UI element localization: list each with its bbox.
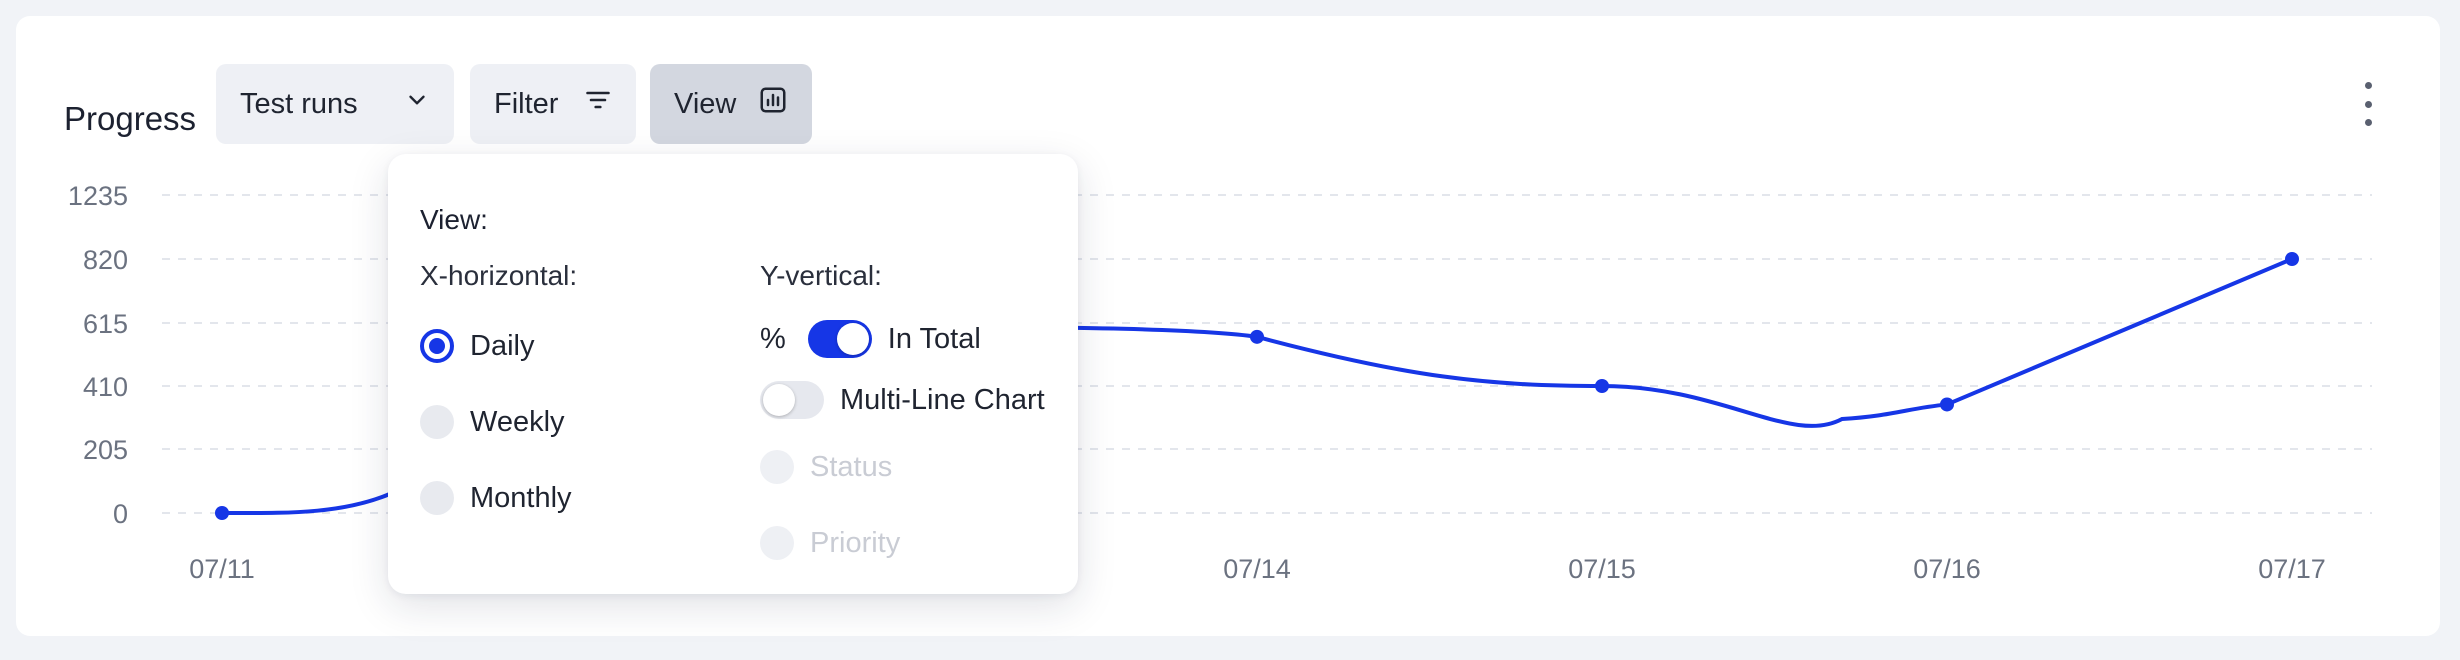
page-title: Progress	[64, 100, 197, 137]
radio-button[interactable]	[420, 481, 454, 515]
progress-card: 1235 820 615 410 205 0 07/11 07/14 07/15 07/16 07…	[16, 16, 2440, 636]
view-options-popover: View: X-horizontal: Y-vertical: Daily We…	[388, 154, 1078, 594]
y-tick-label: 205	[83, 435, 128, 465]
y-tick-label: 0	[113, 499, 128, 529]
filter-button[interactable]: Filter	[470, 64, 636, 144]
percent-symbol: %	[760, 322, 786, 355]
data-point	[2285, 252, 2299, 266]
view-button-label: View	[674, 87, 737, 120]
radio-monthly-label: Monthly	[470, 481, 572, 514]
x-tick-label: 07/15	[1568, 554, 1636, 584]
in-total-switch[interactable]	[807, 320, 872, 358]
data-point	[215, 506, 229, 520]
y-axis-labels: 1235 820 615 410 205 0	[68, 181, 128, 529]
radio-priority-label: Priority	[810, 526, 901, 559]
test-runs-dropdown-label: Test runs	[240, 87, 358, 120]
y-axis-heading: Y-vertical:	[760, 260, 882, 291]
view-button[interactable]: View	[650, 64, 812, 144]
radio-status: Status	[760, 450, 892, 484]
test-runs-dropdown[interactable]: Test runs	[216, 64, 454, 144]
radio-status-label: Status	[810, 450, 893, 483]
filter-lines-icon	[584, 86, 612, 122]
x-tick-label: 07/17	[2258, 554, 2326, 584]
radio-weekly[interactable]: Weekly	[420, 405, 565, 439]
multi-line-label: Multi-Line Chart	[840, 383, 1045, 416]
data-point	[1250, 329, 1264, 344]
x-tick-label: 07/11	[189, 554, 255, 584]
x-tick-label: 07/14	[1223, 554, 1291, 584]
more-vertical-icon[interactable]	[2356, 82, 2380, 126]
multi-line-toggle-row: Multi-Line Chart	[760, 381, 1045, 419]
x-tick-label: 07/16	[1913, 554, 1981, 584]
x-axis-heading: X-horizontal:	[420, 260, 578, 291]
y-tick-label: 615	[83, 309, 128, 339]
radio-button-selected[interactable]	[420, 329, 454, 363]
y-tick-label: 410	[83, 372, 128, 402]
in-total-label: In Total	[887, 322, 981, 355]
radio-priority: Priority	[760, 526, 900, 560]
radio-daily[interactable]: Daily	[420, 329, 534, 363]
radio-monthly[interactable]: Monthly	[420, 481, 572, 515]
data-point	[1595, 379, 1609, 393]
radio-button-disabled	[760, 526, 794, 560]
y-tick-label: 820	[83, 245, 128, 275]
radio-button[interactable]	[420, 405, 454, 439]
radio-button-disabled	[760, 450, 794, 484]
popover-title: View:	[420, 204, 488, 235]
y-tick-label: 1235	[68, 181, 128, 211]
bar-chart-icon	[758, 85, 788, 123]
chevron-down-icon	[404, 87, 430, 121]
data-point	[1940, 397, 1954, 412]
in-total-toggle-row: % In Total	[760, 320, 981, 358]
radio-weekly-label: Weekly	[470, 405, 565, 438]
radio-daily-label: Daily	[470, 329, 535, 362]
multi-line-switch[interactable]	[760, 381, 824, 419]
filter-button-label: Filter	[494, 87, 559, 120]
